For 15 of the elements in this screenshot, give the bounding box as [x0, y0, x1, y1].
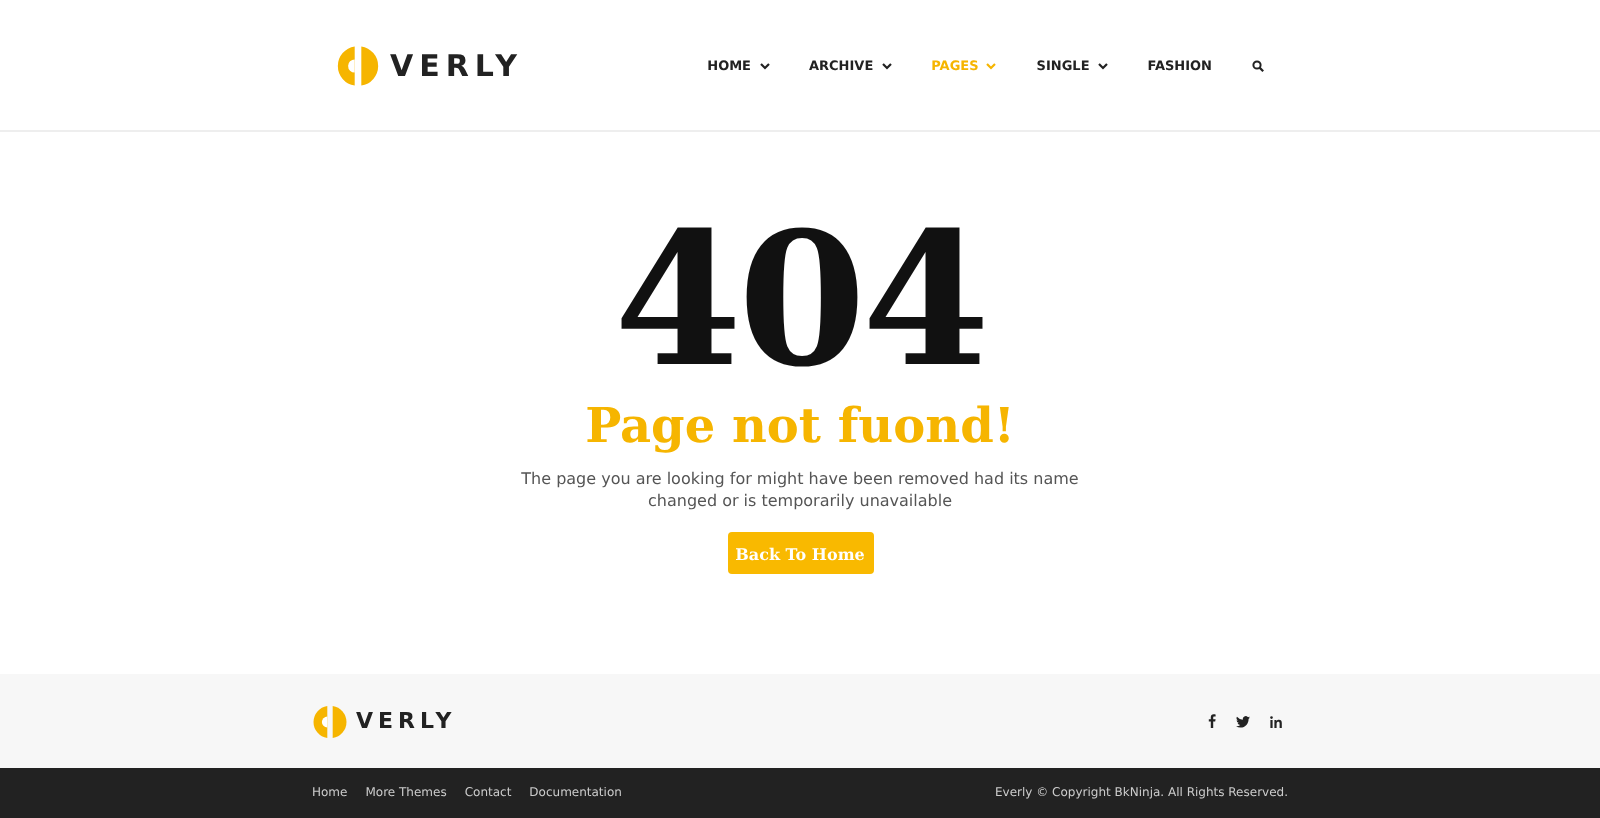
- caret-icon: [1097, 61, 1108, 69]
- footer-logo[interactable]: VERLY: [312, 703, 457, 739]
- twitter-icon[interactable]: [1236, 715, 1250, 727]
- logo-icon: [312, 703, 348, 739]
- error-title: Page not fuond!: [585, 402, 1015, 450]
- logo-icon: [336, 43, 380, 87]
- site-logo[interactable]: VERLY: [336, 43, 523, 87]
- error-message: The page you are looking for might have been removed had its name changed or is temporarily unavailable: [519, 468, 1081, 512]
- caret-icon: [881, 61, 892, 69]
- caret-icon: [759, 61, 769, 69]
- search-icon[interactable]: [1252, 59, 1264, 71]
- caret-icon: [986, 61, 997, 69]
- error-code: 404: [613, 208, 987, 392]
- linkedin-icon[interactable]: [1270, 715, 1282, 727]
- facebook-icon[interactable]: [1208, 714, 1216, 728]
